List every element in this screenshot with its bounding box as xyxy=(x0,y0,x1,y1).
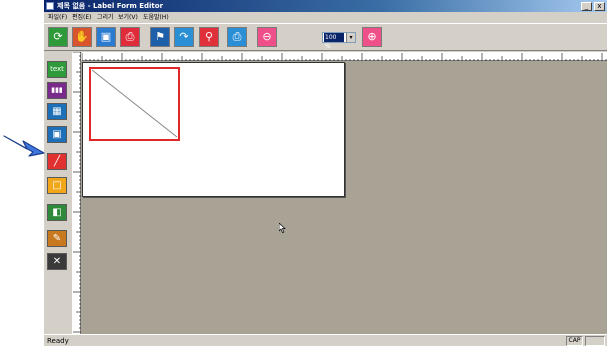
line-object[interactable] xyxy=(91,69,178,139)
text-tool-icon: text xyxy=(50,65,64,73)
menu-help[interactable]: 도움말(H) xyxy=(143,12,169,23)
printer-settings-icon: ⚑ xyxy=(155,30,165,43)
menu-draw[interactable]: 그리기 xyxy=(97,12,114,23)
map-pin-icon: ⚲ xyxy=(204,30,214,43)
image-tool-icon: ▣ xyxy=(52,129,62,140)
save-button[interactable]: ▣ xyxy=(96,27,116,47)
status-text: Ready xyxy=(47,337,69,345)
menu-view[interactable]: 보기(V) xyxy=(118,12,138,23)
design-canvas[interactable] xyxy=(81,61,607,334)
menu-edit[interactable]: 편집(E) xyxy=(72,12,92,23)
app-icon xyxy=(46,2,54,10)
hand-icon: ✋ xyxy=(75,30,89,43)
open-button[interactable]: ⟳ xyxy=(48,27,68,47)
rectangle-tool-button[interactable]: □ xyxy=(47,177,67,194)
map-pin-button[interactable]: ⚲ xyxy=(199,27,219,47)
caps-lock-indicator: CAP xyxy=(566,336,583,346)
picture-tool-button[interactable]: ◧ xyxy=(47,204,67,221)
picture-tool-icon: ◧ xyxy=(52,207,62,218)
vertical-ruler-ticks xyxy=(73,51,81,333)
barcode-tool-button[interactable]: ▮▮▮ xyxy=(47,82,67,99)
zoom-select[interactable]: 100 % ▾ xyxy=(322,32,356,50)
redo-icon: ↷ xyxy=(179,30,189,43)
status-bar: Ready CAP xyxy=(44,334,607,346)
save-icon: ▣ xyxy=(100,30,112,43)
chevron-down-icon[interactable]: ▾ xyxy=(346,33,355,42)
print-preview-button[interactable]: ⎙ xyxy=(227,27,247,47)
zoom-out-icon: ⊖ xyxy=(262,30,272,43)
print-preview-icon: ⎙ xyxy=(232,30,242,43)
zoom-value: 100 % xyxy=(324,33,344,50)
menu-file[interactable]: 파일(F) xyxy=(48,12,67,23)
qrcode-tool-button[interactable]: ▦ xyxy=(47,103,67,120)
minimize-button[interactable]: _ xyxy=(581,2,592,11)
pointer-arrow-icon xyxy=(3,135,45,157)
status-panel xyxy=(585,336,605,346)
line-tool-icon: ╱ xyxy=(53,156,61,167)
redo-button[interactable]: ↷ xyxy=(174,27,194,47)
close-button[interactable]: x xyxy=(594,2,605,11)
zoom-out-button[interactable]: ⊖ xyxy=(257,27,277,47)
main-toolbar: ⟳ ✋ ▣ ⎙ ⚑ ↷ ⚲ ⎙ ⊖ 100 % ▾ ⊕ xyxy=(44,23,607,51)
menu-bar: 파일(F) 편집(E) 그리기 보기(V) 도움말(H) xyxy=(44,12,607,23)
window-title: 제목 없음 - Label Form Editor xyxy=(57,2,164,10)
line-object-selection[interactable] xyxy=(89,67,180,141)
mouse-cursor-icon xyxy=(279,223,286,233)
settings-tool-button[interactable]: ✕ xyxy=(47,253,67,270)
edit-tool-button[interactable]: ✎ xyxy=(47,230,67,247)
print-icon: ⎙ xyxy=(125,30,135,43)
settings-tool-icon: ✕ xyxy=(52,256,62,267)
label-paper[interactable] xyxy=(82,62,345,197)
printer-settings-button[interactable]: ⚑ xyxy=(150,27,170,47)
text-tool-button[interactable]: text xyxy=(47,61,67,78)
horizontal-ruler xyxy=(81,52,607,61)
zoom-in-icon: ⊕ xyxy=(367,30,377,43)
title-bar[interactable]: 제목 없음 - Label Form Editor _ x xyxy=(44,0,607,12)
rectangle-tool-icon: □ xyxy=(52,180,62,191)
image-tool-button[interactable]: ▣ xyxy=(47,126,67,143)
barcode-tool-icon: ▮▮▮ xyxy=(51,86,63,94)
vertical-ruler xyxy=(72,51,81,334)
line-tool-button[interactable]: ╱ xyxy=(47,153,67,170)
open-icon: ⟳ xyxy=(53,30,63,43)
print-button[interactable]: ⎙ xyxy=(120,27,140,47)
edit-tool-icon: ✎ xyxy=(52,233,62,244)
horizontal-ruler-ticks xyxy=(81,53,607,61)
qrcode-tool-icon: ▦ xyxy=(52,106,62,117)
tool-palette: text ▮▮▮ ▦ ▣ ╱ □ ◧ ✎ ✕ xyxy=(44,52,72,334)
hand-button[interactable]: ✋ xyxy=(72,27,92,47)
zoom-in-button[interactable]: ⊕ xyxy=(362,27,382,47)
application-window: 제목 없음 - Label Form Editor _ x 파일(F) 편집(E… xyxy=(44,0,607,346)
